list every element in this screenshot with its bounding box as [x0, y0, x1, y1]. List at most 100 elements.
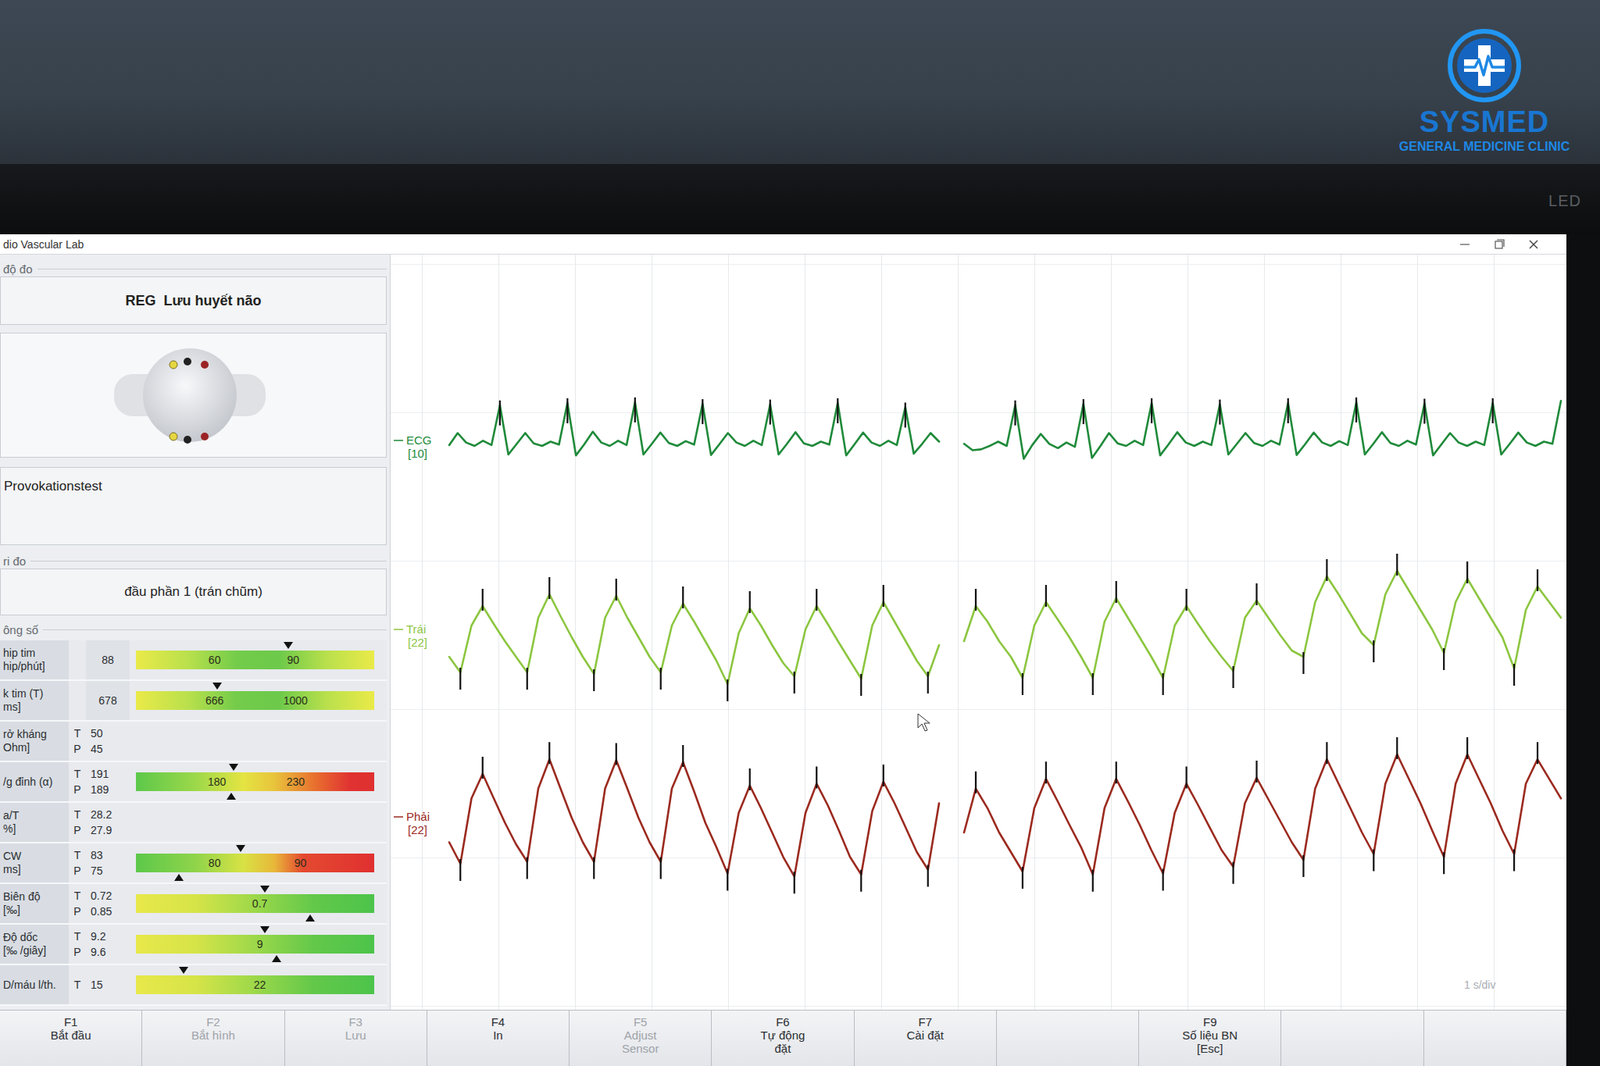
param-tag: P [73, 903, 81, 920]
param-tag: T [74, 807, 82, 823]
beat-marker [726, 869, 729, 892]
function-key[interactable] [1424, 1010, 1567, 1066]
param-tag: T [74, 766, 82, 783]
param-row: D/máu l/th.T1522 [0, 965, 387, 1007]
range-tick: 80 [208, 857, 222, 870]
beat-marker [1287, 398, 1290, 424]
function-key[interactable]: F3Lưu [285, 1010, 428, 1066]
beat-marker [1021, 673, 1024, 696]
beat-marker [548, 742, 550, 765]
param-list: hip timhip/phút]886090k tim (T)ms]678666… [0, 640, 387, 1007]
beat-marker [566, 398, 568, 424]
app-window: dio Vascular Labđộ đoREG Lưu huyết nãoPr… [0, 234, 1567, 1066]
beat-marker [615, 743, 618, 766]
trace-line [964, 571, 1561, 679]
function-key[interactable]: F4In [427, 1010, 570, 1066]
monitor-bezel: LED [0, 164, 1600, 235]
function-key[interactable]: F7Cài đặt [854, 1010, 997, 1066]
param-value: 15 [90, 977, 104, 993]
range-tick: 666 [205, 694, 224, 708]
beat-marker [482, 757, 484, 779]
beat-marker [1396, 553, 1398, 576]
function-key[interactable]: F6Tự độngđặt [711, 1010, 854, 1066]
waveform-trace: Trái[22] [393, 553, 1561, 702]
function-key[interactable] [1281, 1010, 1424, 1066]
param-row: Độ dốc[‰ /giây]TP9.29.69 [0, 925, 387, 966]
beat-marker [660, 857, 662, 880]
param-label: /g đỉnh (α) [0, 762, 69, 802]
param-tag: P [73, 741, 81, 758]
beat-marker [1325, 742, 1328, 765]
param-row: CWms]TP83758090 [0, 843, 387, 885]
beat-marker [1492, 398, 1494, 424]
param-row: /g đỉnh (α)TP191189180230 [0, 762, 387, 804]
close-icon[interactable] [1516, 234, 1551, 255]
param-tag: T [74, 847, 82, 864]
beat-marker [1232, 666, 1234, 689]
window-title: dio Vascular Lab [0, 238, 84, 251]
beat-marker [634, 397, 636, 423]
restore-icon[interactable] [1482, 234, 1517, 255]
beat-marker [904, 403, 907, 429]
marker-icon [212, 682, 222, 690]
function-key[interactable]: F9Số liệu BN[Esc] [1139, 1010, 1282, 1066]
function-key[interactable]: F2Bắt hình [142, 1010, 285, 1066]
function-key[interactable]: F5AdjustSensor [569, 1010, 712, 1066]
waveform-chart: ECG[10] Trái[22] Phải[22] 1 s/div [390, 254, 1567, 1011]
test-value: Provokationstest [3, 478, 103, 494]
beat-marker [927, 671, 929, 694]
trace-scale: [10] [407, 446, 428, 461]
beat-marker [1423, 399, 1425, 425]
param-value: 45 [90, 741, 104, 758]
beat-marker [592, 857, 595, 880]
param-value: 0.72 [90, 888, 112, 904]
beat-marker [1536, 569, 1539, 592]
trace-name: ECG [406, 433, 433, 447]
marker-icon [271, 955, 282, 963]
range-bar: 6090 [135, 650, 375, 670]
beat-marker [749, 591, 751, 614]
position-value: đầu phần 1 (trán chũm) [124, 584, 263, 600]
beat-marker [1513, 850, 1515, 872]
beat-marker [793, 671, 796, 694]
beat-marker [815, 589, 818, 611]
param-row: rở khángOhm]TP5045 [0, 721, 387, 763]
beat-marker [1513, 664, 1515, 686]
monitor-badge: LED [1548, 192, 1582, 211]
beat-marker [1045, 585, 1047, 608]
range-tick: 90 [287, 653, 300, 667]
marker-icon [305, 914, 315, 922]
param-label: Biên độ[‰] [0, 884, 69, 924]
beat-marker [682, 586, 684, 609]
param-tag: T [74, 888, 82, 904]
function-key[interactable]: F1Bắt đầu [0, 1010, 143, 1066]
marker-icon [178, 967, 189, 975]
beat-marker [1092, 870, 1094, 893]
scale-note: 1 s/div [1464, 978, 1496, 992]
photo-scene: SYSMEDGENERAL MEDICINE CLINIC LED dio Vasc… [0, 0, 1600, 1066]
minimize-icon[interactable] [1447, 234, 1483, 255]
position-box[interactable]: đầu phần 1 (trán chũm) [0, 568, 387, 616]
param-value: 50 [90, 725, 104, 742]
mode-box[interactable]: REG Lưu huyết não [0, 276, 387, 325]
beat-marker [1092, 673, 1094, 696]
param-tag: P [73, 822, 81, 839]
monitor-bezel-side [1566, 234, 1600, 1066]
beat-marker [1162, 673, 1165, 696]
marker-icon [260, 885, 270, 893]
waveform-trace: Phải[22] [393, 737, 1561, 894]
function-key[interactable] [996, 1010, 1140, 1066]
clinic-logo: SYSMEDGENERAL MEDICINE CLINIC [1390, 26, 1579, 154]
beat-marker [1232, 862, 1234, 885]
test-box[interactable]: Provokationstest [0, 467, 387, 546]
range-tick: 230 [286, 775, 305, 789]
trace-scale: [22] [407, 823, 428, 837]
marker-icon [283, 642, 293, 650]
beat-marker [793, 871, 796, 894]
param-value: 678 [98, 692, 117, 709]
beat-marker [526, 857, 529, 880]
beat-marker [482, 589, 484, 611]
beat-marker [1218, 400, 1221, 425]
beat-marker [499, 400, 501, 426]
beat-marker [1162, 869, 1165, 892]
